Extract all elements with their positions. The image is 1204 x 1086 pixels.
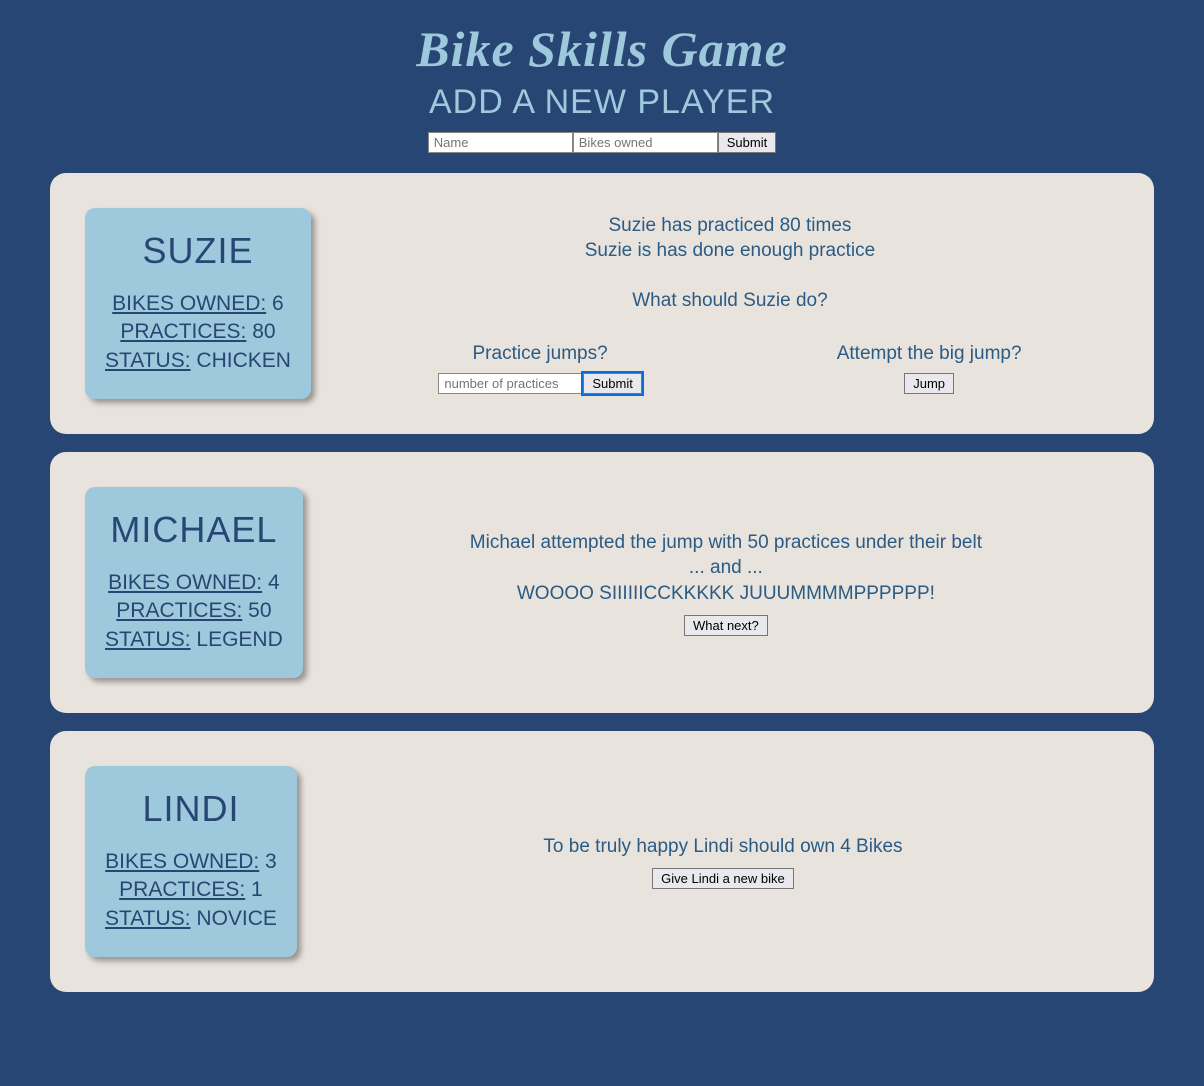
player-card-suzie: SUZIE BIKES OWNED: 6 PRACTICES: 80 STATU… — [50, 173, 1154, 434]
text-line: What should Suzie do? — [341, 288, 1119, 314]
player-name: MICHAEL — [105, 509, 283, 551]
stat-label: PRACTICES: — [119, 878, 245, 901]
stat-label: STATUS: — [105, 628, 191, 651]
player-content: Michael attempted the jump with 50 pract… — [333, 530, 1119, 636]
stat-value: 4 — [268, 571, 280, 594]
practice-count-input[interactable] — [438, 373, 583, 394]
player-card-lindi: LINDI BIKES OWNED: 3 PRACTICES: 1 STATUS… — [50, 731, 1154, 992]
player-content: Suzie has practiced 80 times Suzie is ha… — [341, 213, 1119, 395]
stat-value: 3 — [265, 850, 277, 873]
action-title: Practice jumps? — [438, 343, 641, 365]
stat-value: 1 — [251, 878, 263, 901]
actions-row: Practice jumps? Submit Attempt the big j… — [341, 343, 1119, 394]
player-card-michael: MICHAEL BIKES OWNED: 4 PRACTICES: 50 STA… — [50, 452, 1154, 713]
player-stat-practices: PRACTICES: 80 — [105, 318, 291, 346]
player-stat-status: STATUS: NOVICE — [105, 905, 277, 933]
player-stat-bikes: BIKES OWNED: 6 — [105, 290, 291, 318]
stat-value: 80 — [252, 320, 275, 343]
player-stat-status: STATUS: CHICKEN — [105, 347, 291, 375]
practice-action: Practice jumps? Submit — [438, 343, 641, 394]
player-content: To be truly happy Lindi should own 4 Bik… — [327, 834, 1119, 889]
page-title: Bike Skills Game — [50, 20, 1154, 78]
content-text: Michael attempted the jump with 50 pract… — [333, 530, 1119, 607]
player-stat-bikes: BIKES OWNED: 4 — [105, 569, 283, 597]
stat-value: 50 — [248, 599, 271, 622]
stat-value: CHICKEN — [196, 349, 291, 372]
stat-value: 6 — [272, 292, 284, 315]
jump-action: Attempt the big jump? Jump — [837, 343, 1022, 394]
stat-label: PRACTICES: — [116, 599, 242, 622]
player-badge: SUZIE BIKES OWNED: 6 PRACTICES: 80 STATU… — [85, 208, 311, 399]
text-line: Suzie has practiced 80 times — [341, 213, 1119, 239]
stat-label: PRACTICES: — [120, 320, 246, 343]
player-name: SUZIE — [105, 230, 291, 272]
player-stat-status: STATUS: LEGEND — [105, 626, 283, 654]
stat-label: STATUS: — [105, 907, 191, 930]
player-stat-bikes: BIKES OWNED: 3 — [105, 848, 277, 876]
player-name: LINDI — [105, 788, 277, 830]
text-line: ... and ... — [333, 555, 1119, 581]
what-next-button[interactable]: What next? — [684, 615, 768, 636]
player-badge: LINDI BIKES OWNED: 3 PRACTICES: 1 STATUS… — [85, 766, 297, 957]
add-player-form: Submit — [50, 132, 1154, 153]
text-line: Suzie is has done enough practice — [341, 238, 1119, 264]
player-stat-practices: PRACTICES: 1 — [105, 876, 277, 904]
stat-value: NOVICE — [196, 907, 277, 930]
content-text: Suzie has practiced 80 times Suzie is ha… — [341, 213, 1119, 314]
text-line: Michael attempted the jump with 50 pract… — [333, 530, 1119, 556]
player-badge: MICHAEL BIKES OWNED: 4 PRACTICES: 50 STA… — [85, 487, 303, 678]
bikes-owned-input[interactable] — [573, 132, 718, 153]
practice-submit-button[interactable]: Submit — [583, 373, 641, 394]
submit-button[interactable]: Submit — [718, 132, 776, 153]
player-stat-practices: PRACTICES: 50 — [105, 597, 283, 625]
text-line: To be truly happy Lindi should own 4 Bik… — [327, 834, 1119, 860]
page-subtitle: ADD A NEW PLAYER — [50, 83, 1154, 122]
stat-label: BIKES OWNED: — [112, 292, 266, 315]
action-title: Attempt the big jump? — [837, 343, 1022, 365]
header: Bike Skills Game ADD A NEW PLAYER Submit — [50, 20, 1154, 153]
jump-button[interactable]: Jump — [904, 373, 954, 394]
name-input[interactable] — [428, 132, 573, 153]
give-bike-button[interactable]: Give Lindi a new bike — [652, 868, 794, 889]
text-line: WOOOO SIIIIIICCKKKKK JUUUMMMMPPPPPP! — [333, 581, 1119, 607]
stat-label: STATUS: — [105, 349, 191, 372]
stat-value: LEGEND — [196, 628, 282, 651]
stat-label: BIKES OWNED: — [108, 571, 262, 594]
content-text: To be truly happy Lindi should own 4 Bik… — [327, 834, 1119, 860]
stat-label: BIKES OWNED: — [105, 850, 259, 873]
